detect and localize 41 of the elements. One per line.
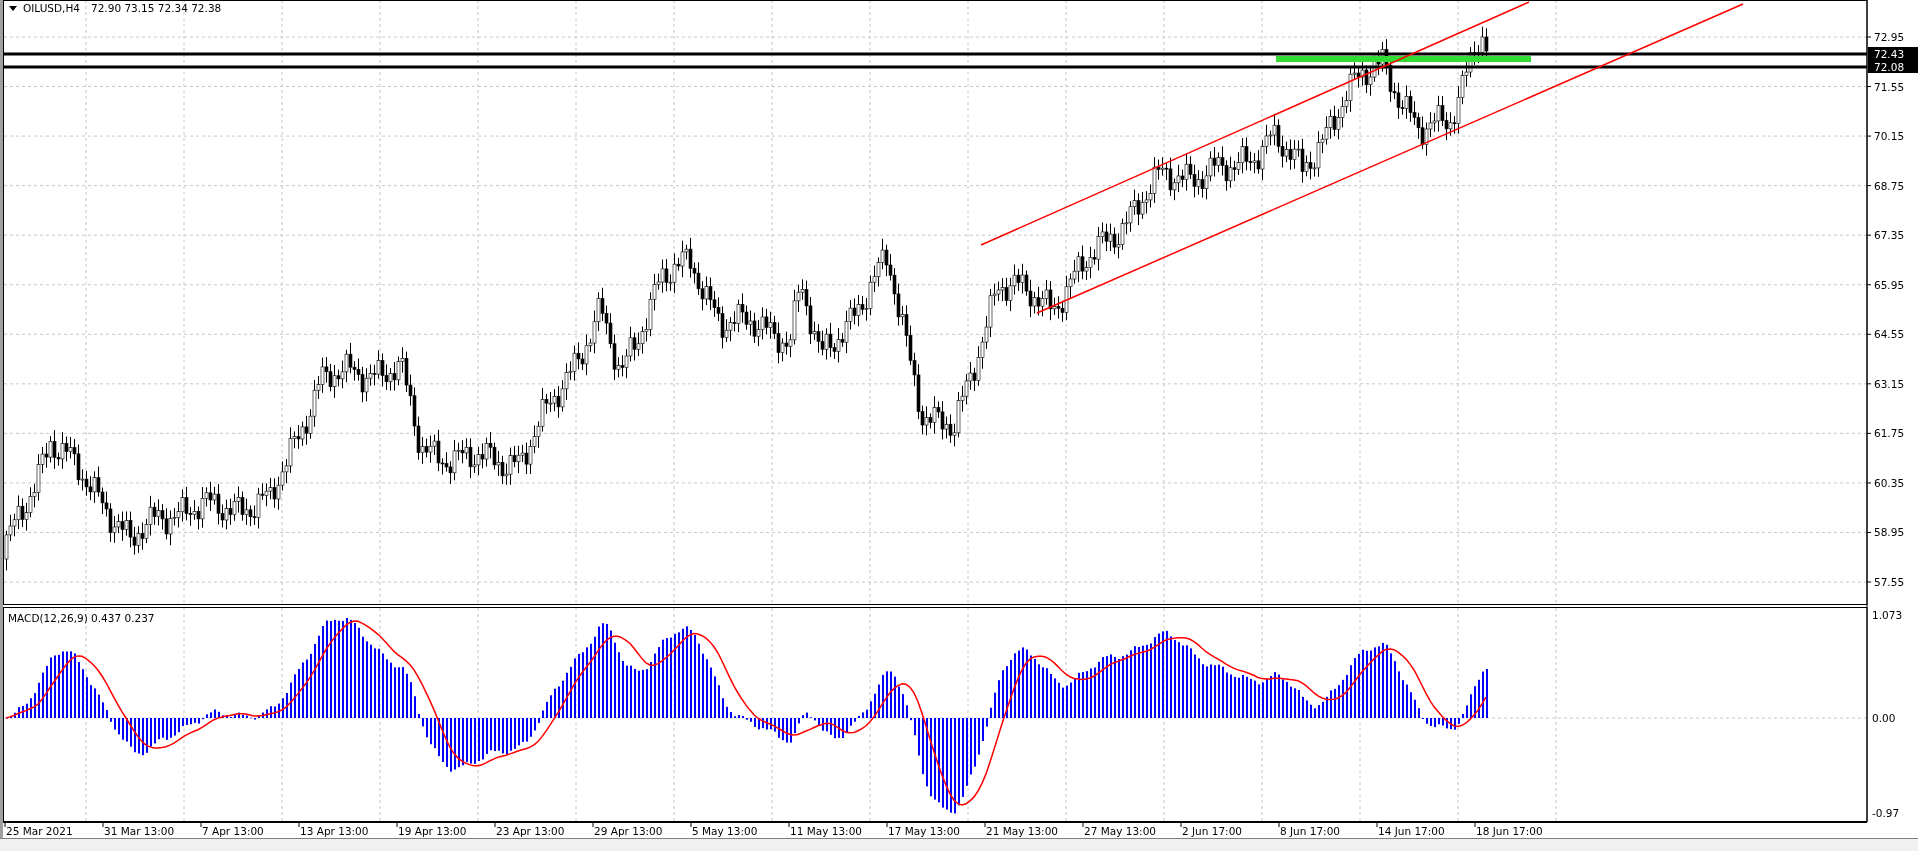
time-label: 14 Jun 17:00 — [1378, 825, 1445, 837]
chart-symbol: OILUSD,H4 — [23, 2, 81, 14]
trend-line[interactable] — [1036, 3, 1744, 314]
price-marker-label: 72.08 — [1868, 60, 1918, 73]
trend-line[interactable] — [980, 1, 1530, 246]
time-label: 21 May 13:00 — [986, 825, 1058, 837]
price-label: 57.55 — [1874, 576, 1905, 588]
horizontal-line[interactable] — [4, 65, 1867, 69]
price-label: 67.35 — [1874, 229, 1905, 242]
indicator-scale-label: 1.073 — [1872, 609, 1903, 621]
time-label: 23 Apr 13:00 — [496, 825, 565, 837]
price-label: 64.55 — [1874, 328, 1905, 341]
ohlc-values: 72.90 73.15 72.34 72.38 — [91, 2, 222, 14]
time-label: 27 May 13:00 — [1084, 825, 1156, 837]
price-label: 61.75 — [1874, 427, 1905, 440]
price-label: 63.15 — [1874, 377, 1905, 390]
time-label: 29 Apr 13:00 — [594, 825, 663, 837]
horizontal-line[interactable] — [4, 52, 1867, 56]
caret-icon[interactable] — [9, 6, 17, 11]
price-label: 72.95 — [1874, 31, 1905, 43]
time-label: 8 Jun 17:00 — [1280, 825, 1341, 837]
price-label: 71.55 — [1874, 80, 1905, 93]
price-label: 68.75 — [1874, 179, 1905, 192]
time-label: 13 Apr 13:00 — [300, 825, 369, 837]
indicator-title: MACD(12,26,9) 0.437 0.237 — [8, 612, 155, 624]
time-label: 17 May 13:00 — [888, 825, 960, 837]
time-label: 25 Mar 2021 — [6, 825, 73, 837]
price-marker-label: 72.43 — [1868, 47, 1918, 60]
time-label: 19 Apr 13:00 — [398, 825, 467, 837]
time-label: 18 Jun 17:00 — [1476, 825, 1543, 837]
price-label: 70.15 — [1874, 130, 1905, 143]
time-label: 2 Jun 17:00 — [1182, 825, 1243, 837]
price-label: 65.95 — [1874, 278, 1905, 291]
indicator-scale-label: 0.00 — [1872, 712, 1896, 724]
price-label: 60.35 — [1874, 476, 1905, 489]
time-label: 7 Apr 13:00 — [202, 825, 264, 837]
time-label: 5 May 13:00 — [692, 825, 758, 837]
price-label: 58.95 — [1874, 526, 1905, 539]
time-label: 31 Mar 13:00 — [104, 825, 175, 837]
indicator-scale-label: -0.97 — [1872, 807, 1900, 819]
time-label: 11 May 13:00 — [790, 825, 862, 837]
